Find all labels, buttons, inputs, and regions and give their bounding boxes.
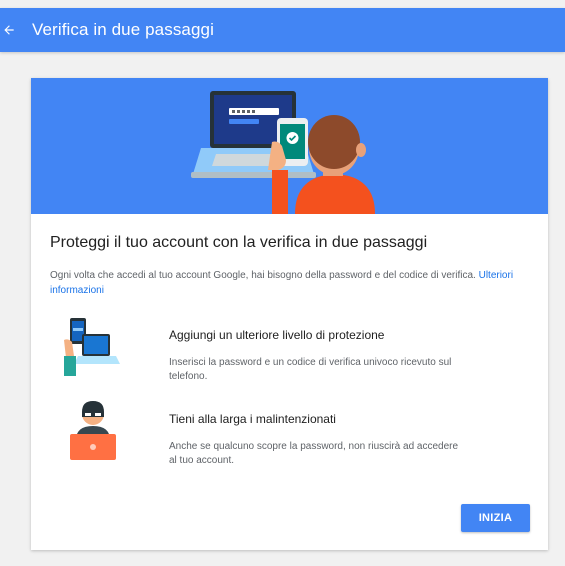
feature-title-protection: Aggiungi un ulteriore livello di protezi… <box>169 328 385 342</box>
card-description: Ogni volta che accedi al tuo account Goo… <box>50 268 530 298</box>
feature-title-intruders: Tieni alla larga i malintenzionati <box>169 412 336 426</box>
main-card: Proteggi il tuo account con la verifica … <box>31 78 548 550</box>
start-button[interactable]: INIZIA <box>461 504 530 532</box>
burglar-laptop-icon <box>68 400 118 467</box>
arrow-back-icon <box>4 25 14 35</box>
feature-text-intruders: Anche se qualcuno scopre la password, no… <box>169 441 459 466</box>
feature-text-protection: Inserisci la password e un codice di ver… <box>169 357 452 382</box>
description-text: Ogni volta che accedi al tuo account Goo… <box>50 270 476 281</box>
back-button[interactable] <box>0 21 18 39</box>
phone-laptop-icon <box>60 316 120 383</box>
hero-laptop-person-illustration <box>191 91 375 214</box>
top-app-bar: Verifica in due passaggi <box>0 8 565 52</box>
page-title: Verifica in due passaggi <box>32 20 214 39</box>
hero-illustration <box>31 78 548 214</box>
card-heading: Proteggi il tuo account con la verifica … <box>50 234 428 251</box>
